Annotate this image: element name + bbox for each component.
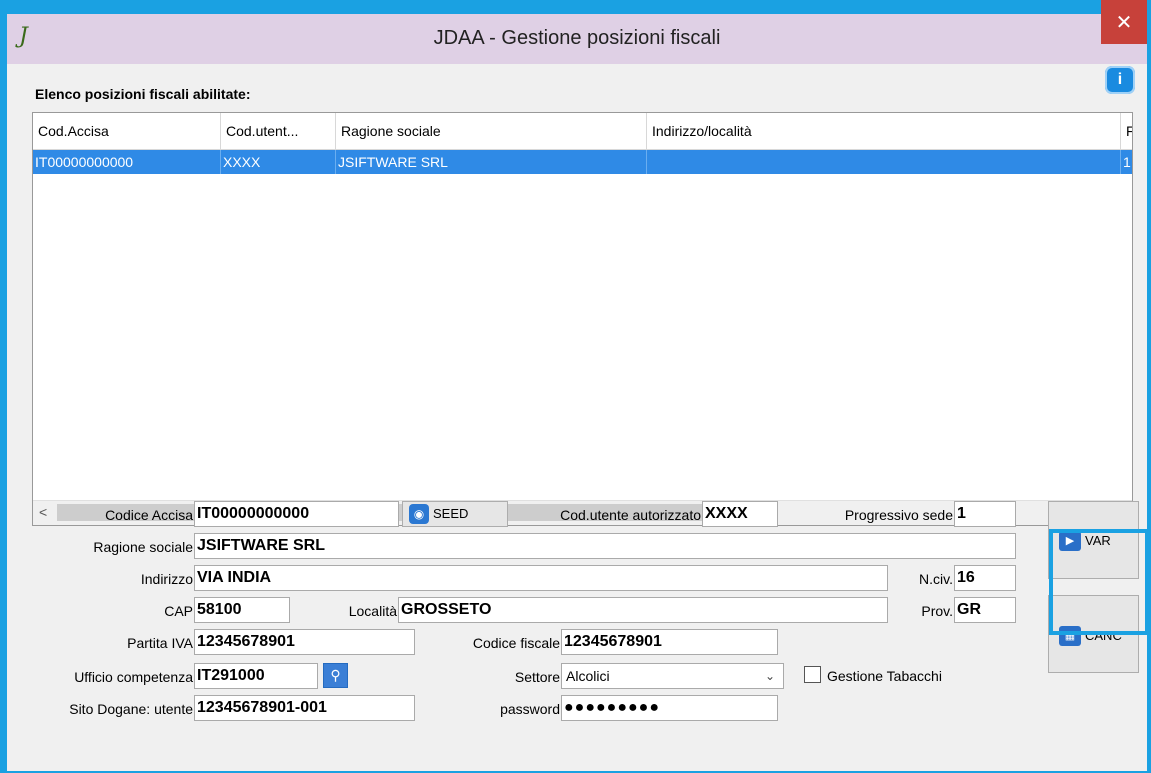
progressivo-field[interactable]: 1 xyxy=(954,501,1016,527)
column-header-indirizzo[interactable]: Indirizzo/località xyxy=(647,113,1121,149)
grid-icon: ▦ xyxy=(1059,626,1081,646)
column-header-next[interactable]: F xyxy=(1121,113,1132,149)
indirizzo-field[interactable]: VIA INDIA xyxy=(194,565,888,591)
ncivico-field[interactable]: 16 xyxy=(954,565,1016,591)
cod-utente-field[interactable]: XXXX xyxy=(702,501,778,527)
var-button[interactable]: ▶ VAR xyxy=(1048,501,1139,579)
table-cell: XXXX xyxy=(221,150,336,174)
column-header-cod-accisa[interactable]: Cod.Accisa xyxy=(33,113,221,149)
codice-fiscale-field[interactable]: 12345678901 xyxy=(561,629,778,655)
fiscal-positions-table[interactable]: Cod.Accisa Cod.utent... Ragione sociale … xyxy=(32,112,1133,526)
codice-fiscale-label: Codice fiscale xyxy=(472,635,560,651)
ragione-sociale-label: Ragione sociale xyxy=(93,539,193,555)
gestione-tabacchi-label: Gestione Tabacchi xyxy=(827,668,942,684)
sito-utente-label: Sito Dogane: utente xyxy=(69,701,193,717)
settore-select[interactable]: Alcolici ⌄ xyxy=(561,663,784,689)
column-header-ragione-sociale[interactable]: Ragione sociale xyxy=(336,113,647,149)
cap-label: CAP xyxy=(164,603,193,619)
table-cell: JSIFTWARE SRL xyxy=(336,150,647,174)
play-icon: ▶ xyxy=(1059,531,1081,551)
codice-accisa-label: Codice Accisa xyxy=(105,507,193,523)
codice-accisa-field[interactable]: IT00000000000 xyxy=(194,501,399,527)
partita-iva-label: Partita IVA xyxy=(127,635,193,651)
table-cell xyxy=(647,150,1121,174)
table-cell: 1: xyxy=(1121,150,1132,174)
var-button-label: VAR xyxy=(1085,533,1111,548)
settore-label: Settore xyxy=(514,669,560,685)
password-field[interactable]: ●●●●●●●●● xyxy=(561,695,778,721)
localita-label: Località xyxy=(348,603,397,619)
info-icon[interactable]: i xyxy=(1105,66,1135,94)
app-window: J JDAA - Gestione posizioni fiscali ✕ El… xyxy=(0,0,1151,773)
table-cell: IT00000000000 xyxy=(33,150,221,174)
prov-field[interactable]: GR xyxy=(954,597,1016,623)
localita-field[interactable]: GROSSETO xyxy=(398,597,888,623)
ragione-sociale-field[interactable]: JSIFTWARE SRL xyxy=(194,533,1016,559)
prov-label: Prov. xyxy=(921,603,953,619)
list-title: Elenco posizioni fiscali abilitate: xyxy=(35,86,251,102)
table-row[interactable]: IT00000000000 XXXX JSIFTWARE SRL 1: xyxy=(33,150,1132,174)
password-label: password xyxy=(500,701,560,717)
ncivico-label: N.civ. xyxy=(919,571,953,587)
title-bar[interactable]: J JDAA - Gestione posizioni fiscali ✕ xyxy=(7,0,1147,64)
settore-value: Alcolici xyxy=(566,668,610,684)
window-title: JDAA - Gestione posizioni fiscali xyxy=(433,27,721,49)
globe-icon: ◉ xyxy=(409,504,429,524)
partita-iva-field[interactable]: 12345678901 xyxy=(194,629,415,655)
gestione-tabacchi-checkbox[interactable] xyxy=(804,666,821,683)
canc-button-label: CANC xyxy=(1085,628,1122,643)
column-header-cod-utente[interactable]: Cod.utent... xyxy=(221,113,336,149)
indirizzo-label: Indirizzo xyxy=(140,571,193,587)
canc-button[interactable]: ▦ CANC xyxy=(1048,595,1139,673)
sito-utente-field[interactable]: 12345678901-001 xyxy=(194,695,415,721)
search-icon[interactable]: ⚲ xyxy=(323,663,348,688)
seed-button-label: SEED xyxy=(433,506,469,521)
close-button[interactable]: ✕ xyxy=(1101,0,1147,44)
progressivo-label: Progressivo sede xyxy=(844,507,953,523)
seed-button[interactable]: ◉ SEED xyxy=(402,501,508,527)
cap-field[interactable]: 58100 xyxy=(194,597,290,623)
ufficio-field[interactable]: IT291000 xyxy=(194,663,318,689)
cod-utente-label: Cod.utente autorizzato xyxy=(560,507,701,523)
ufficio-label: Ufficio competenza xyxy=(74,669,193,685)
table-header: Cod.Accisa Cod.utent... Ragione sociale … xyxy=(33,113,1132,150)
chevron-down-icon: ⌄ xyxy=(764,669,775,683)
